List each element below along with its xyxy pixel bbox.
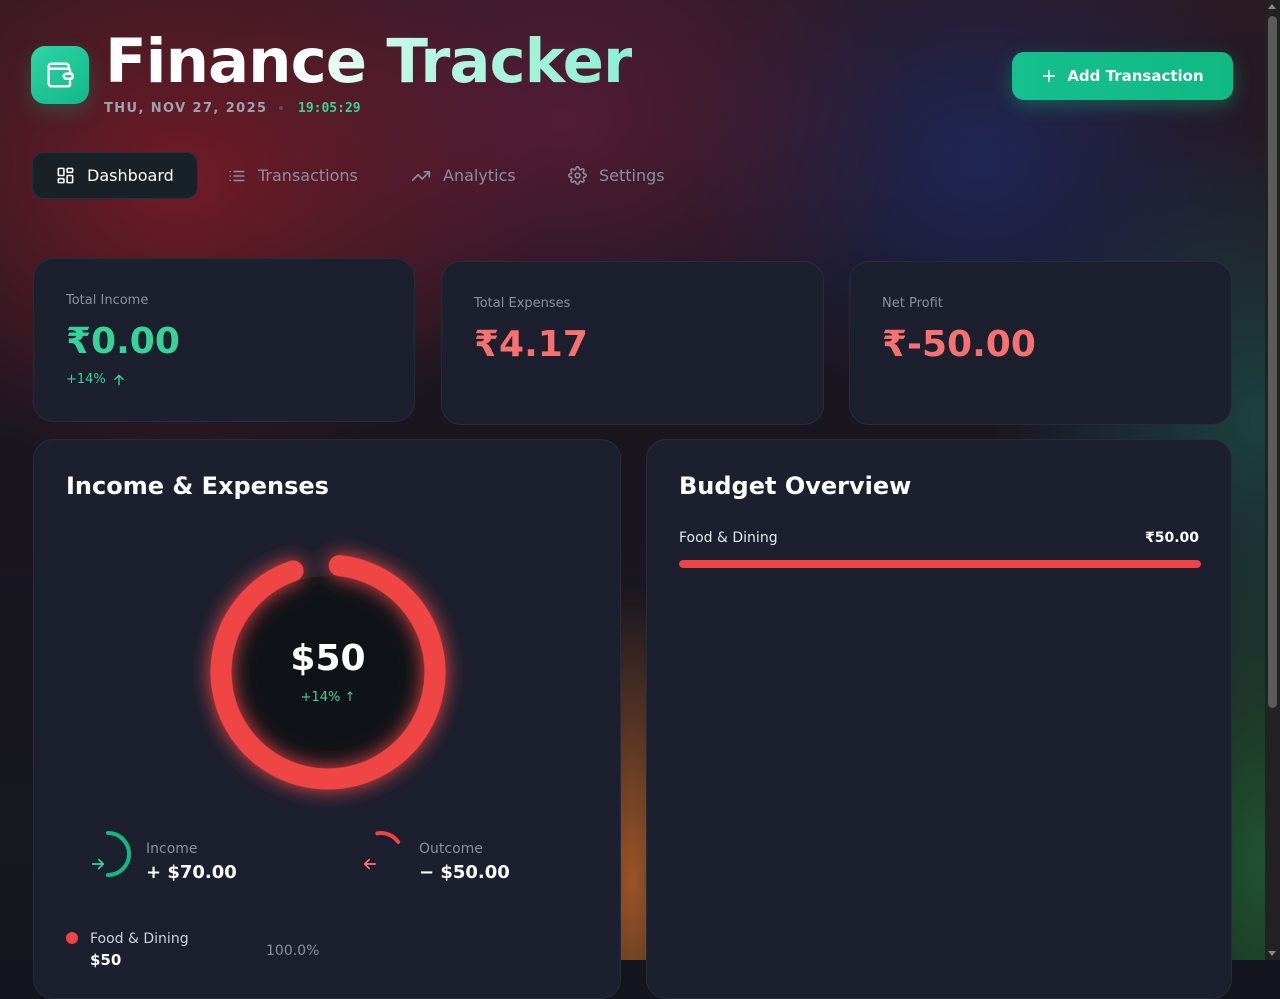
category-value: $50 <box>90 951 122 969</box>
vertical-scrollbar[interactable] <box>1265 0 1280 960</box>
scroll-down-arrow[interactable] <box>1268 951 1276 956</box>
income-value: + $70.00 <box>146 862 237 883</box>
gear-icon <box>568 166 587 185</box>
income-expenses-panel: Income & Expenses $50 +14% ↑ Income + $7… <box>33 439 621 999</box>
tab-settings-label: Settings <box>599 166 665 185</box>
income-label: Income <box>146 841 198 857</box>
budget-overview-title: Budget Overview <box>679 472 912 500</box>
outcome-value: − $50.00 <box>419 862 510 883</box>
budget-item-label: Food & Dining <box>679 530 778 546</box>
total-expenses-card: Total Expenses ₹4.17 <box>441 261 824 425</box>
tab-transactions[interactable]: Transactions <box>228 152 358 199</box>
scrollbar-thumb[interactable] <box>1268 16 1277 708</box>
arrow-right-icon <box>91 858 105 870</box>
total-expenses-label: Total Expenses <box>474 296 571 311</box>
wallet-icon <box>47 62 74 88</box>
list-icon <box>229 170 245 181</box>
category-color-dot <box>66 932 78 944</box>
net-profit-card: Net Profit ₹-50.00 <box>849 261 1232 425</box>
app-logo <box>31 46 89 104</box>
plus-icon <box>1043 69 1056 83</box>
trending-up-icon <box>411 170 431 181</box>
page-title: Finance Tracker <box>105 26 633 97</box>
dashboard-grid-icon <box>57 167 74 184</box>
arrow-left-icon <box>363 858 377 870</box>
category-percent: 100.0% <box>266 943 320 959</box>
current-date: THU, NOV 27, 2025 <box>104 101 268 116</box>
add-transaction-button[interactable]: Add Transaction <box>1012 52 1233 100</box>
scroll-up-arrow[interactable] <box>1268 4 1276 9</box>
tab-dashboard[interactable]: Dashboard <box>32 152 198 199</box>
separator-dot <box>279 106 283 110</box>
income-change: +14% <box>66 372 126 387</box>
total-income-value: ₹0.00 <box>66 321 180 362</box>
tab-transactions-label: Transactions <box>258 166 358 185</box>
total-expenses-value: ₹4.17 <box>474 324 588 365</box>
arrow-up-icon <box>114 374 124 385</box>
outcome-label: Outcome <box>419 841 483 857</box>
income-change-text: +14% <box>66 372 106 387</box>
income-expenses-title: Income & Expenses <box>66 472 329 500</box>
add-transaction-label: Add Transaction <box>1067 67 1204 85</box>
balance-ring: $50 +14% ↑ <box>200 544 456 800</box>
net-profit-label: Net Profit <box>882 296 943 311</box>
budget-progress-fill <box>679 560 1201 568</box>
tab-analytics[interactable]: Analytics <box>411 152 516 199</box>
budget-overview-panel: Budget Overview Food & Dining ₹50.00 <box>646 439 1232 999</box>
category-label: Food & Dining <box>90 931 189 947</box>
ring-center-value: $50 <box>290 638 366 679</box>
budget-progress-track <box>679 560 1201 568</box>
ring-center-change: +14% ↑ <box>300 690 356 705</box>
tab-analytics-label: Analytics <box>443 166 516 185</box>
current-time: 19:05:29 <box>298 101 361 116</box>
budget-item-amount: ₹50.00 <box>1144 530 1199 546</box>
total-income-label: Total Income <box>66 293 149 308</box>
tab-settings[interactable]: Settings <box>568 152 665 199</box>
tab-dashboard-label: Dashboard <box>87 166 174 185</box>
net-profit-value: ₹-50.00 <box>882 324 1036 365</box>
total-income-card: Total Income ₹0.00 +14% <box>33 258 415 422</box>
